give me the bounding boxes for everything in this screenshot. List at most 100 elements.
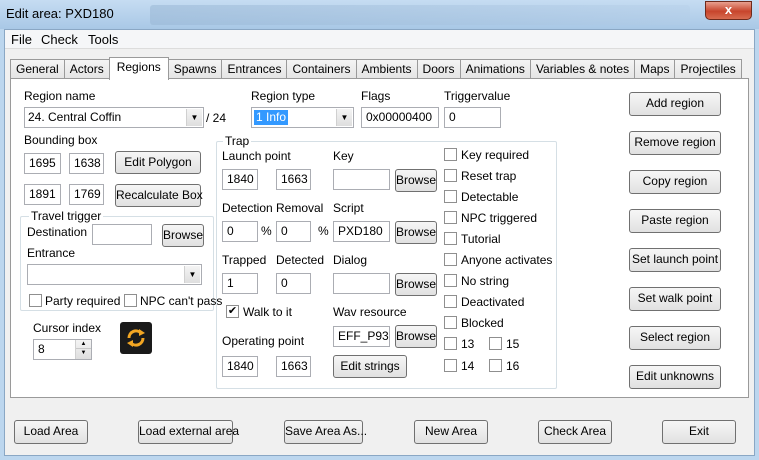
bounding-x2-field[interactable]: 1891 [24,184,61,205]
tab-actors[interactable]: Actors [63,59,110,80]
new-area-button[interactable]: New Area [414,420,488,444]
destination-label: Destination [27,225,88,239]
region-name-select[interactable]: 24. Central Coffin ▼ [24,107,204,128]
tab-entrances[interactable]: Entrances [221,59,288,80]
destination-browse-button[interactable]: Browse [162,224,204,247]
tab-maps[interactable]: Maps [634,59,676,80]
npc-cant-pass-checkbox[interactable] [124,294,137,307]
no-string-checkbox[interactable] [444,274,457,287]
flags-field[interactable]: 0x00000400 [361,107,439,128]
npc-triggered-checkbox[interactable] [444,211,457,224]
spin-down-icon[interactable]: ▼ [76,349,91,358]
key-browse-button[interactable]: Browse [395,169,437,192]
dialog-field[interactable] [333,273,390,294]
tab-regions[interactable]: Regions [108,57,169,80]
detectable-checkbox[interactable] [444,190,457,203]
save-area-as-button[interactable]: Save Area As... [284,420,367,444]
anyone-activates-checkbox[interactable] [444,253,457,266]
bit-15-checkbox[interactable] [489,337,502,350]
tutorial-checkbox[interactable] [444,232,457,245]
script-label: Script [333,201,364,215]
add-region-button[interactable]: Add region [629,92,721,116]
party-required-checkbox[interactable] [29,294,42,307]
reset-trap-label: Reset trap [461,169,517,183]
tab-doors[interactable]: Doors [416,59,461,80]
key-field[interactable] [333,169,390,190]
region-name-label: Region name [24,89,96,103]
cursor-index-spinner[interactable]: ▲ ▼ [75,340,91,359]
load-external-area-button[interactable]: Load external area [138,420,239,444]
removal-field[interactable]: 0 [276,221,311,242]
check-area-button[interactable]: Check Area [538,420,612,444]
trapped-field[interactable]: 1 [222,273,258,294]
tab-variables-notes[interactable]: Variables & notes [529,59,636,80]
exit-button[interactable]: Exit [662,420,736,444]
chevron-down-icon[interactable]: ▼ [336,109,352,126]
destination-field[interactable] [92,224,152,245]
launch-y-field[interactable]: 1663 [276,169,311,190]
key-required-label: Key required [461,148,530,162]
dialog-browse-button[interactable]: Browse [395,273,437,296]
menu-tools[interactable]: Tools [88,32,118,47]
detection-field[interactable]: 0 [222,221,258,242]
remove-region-button[interactable]: Remove region [629,131,721,155]
close-button[interactable]: x [705,1,752,20]
tab-general[interactable]: General [10,59,65,80]
entrance-select[interactable]: ▼ [27,264,202,285]
region-type-value: 1 Info [254,110,289,125]
region-type-label: Region type [251,89,316,103]
tab-projectiles[interactable]: Projectiles [674,59,742,80]
dialog-label: Dialog [333,253,368,267]
tab-containers[interactable]: Containers [286,59,357,80]
load-area-button[interactable]: Load Area [14,420,88,444]
blocked-checkbox[interactable] [444,316,457,329]
deactivated-checkbox[interactable] [444,295,457,308]
menu-file[interactable]: File [11,32,32,47]
triggervalue-field[interactable]: 0 [444,107,501,128]
menu-check[interactable]: Check [41,32,78,47]
bit-14-label: 14 [461,359,475,373]
key-required-checkbox[interactable] [444,148,457,161]
script-field[interactable]: PXD180 [333,221,390,242]
reset-trap-checkbox[interactable] [444,169,457,182]
detection-label: Detection [222,201,273,215]
tab-spawns[interactable]: Spawns [167,59,223,80]
wav-resource-field[interactable]: EFF_P93 [333,326,390,347]
region-type-select[interactable]: 1 Info ▼ [251,107,354,128]
walk-to-it-checkbox[interactable]: ✔ [226,305,239,318]
bit-13-label: 13 [461,337,475,351]
script-browse-button[interactable]: Browse [395,221,437,244]
set-walk-point-button[interactable]: Set walk point [629,287,721,311]
spin-up-icon[interactable]: ▲ [76,340,91,349]
detected-field[interactable]: 0 [276,273,311,294]
copy-region-button[interactable]: Copy region [629,170,721,194]
bounding-x1-field[interactable]: 1695 [24,153,61,174]
bit-15-label: 15 [506,337,520,351]
bit-13-checkbox[interactable] [444,337,457,350]
wav-browse-button[interactable]: Browse [395,325,437,348]
detectable-label: Detectable [461,190,519,204]
bit-14-checkbox[interactable] [444,359,457,372]
paste-region-button[interactable]: Paste region [629,209,721,233]
cursor-index-value: 8 [38,342,45,356]
edit-strings-button[interactable]: Edit strings [333,355,407,378]
bounding-y1-field[interactable]: 1638 [69,153,104,174]
bounding-y2-field[interactable]: 1769 [69,184,104,205]
set-launch-point-button[interactable]: Set launch point [629,248,721,272]
blocked-label: Blocked [461,316,504,330]
flags-label: Flags [361,89,391,103]
edit-unknowns-button[interactable]: Edit unknowns [629,365,721,389]
operating-y-field[interactable]: 1663 [276,356,311,377]
no-string-label: No string [461,274,510,288]
chevron-down-icon[interactable]: ▼ [186,109,202,126]
chevron-down-icon[interactable]: ▼ [184,266,200,283]
launch-x-field[interactable]: 1840 [222,169,258,190]
bit-16-checkbox[interactable] [489,359,502,372]
recalculate-box-button[interactable]: Recalculate Box [115,184,203,207]
removal-label: Removal [276,201,324,215]
tab-ambients[interactable]: Ambients [355,59,418,80]
select-region-button[interactable]: Select region [629,326,721,350]
operating-x-field[interactable]: 1840 [222,356,258,377]
edit-polygon-button[interactable]: Edit Polygon [115,151,201,174]
tab-animations[interactable]: Animations [459,59,531,80]
